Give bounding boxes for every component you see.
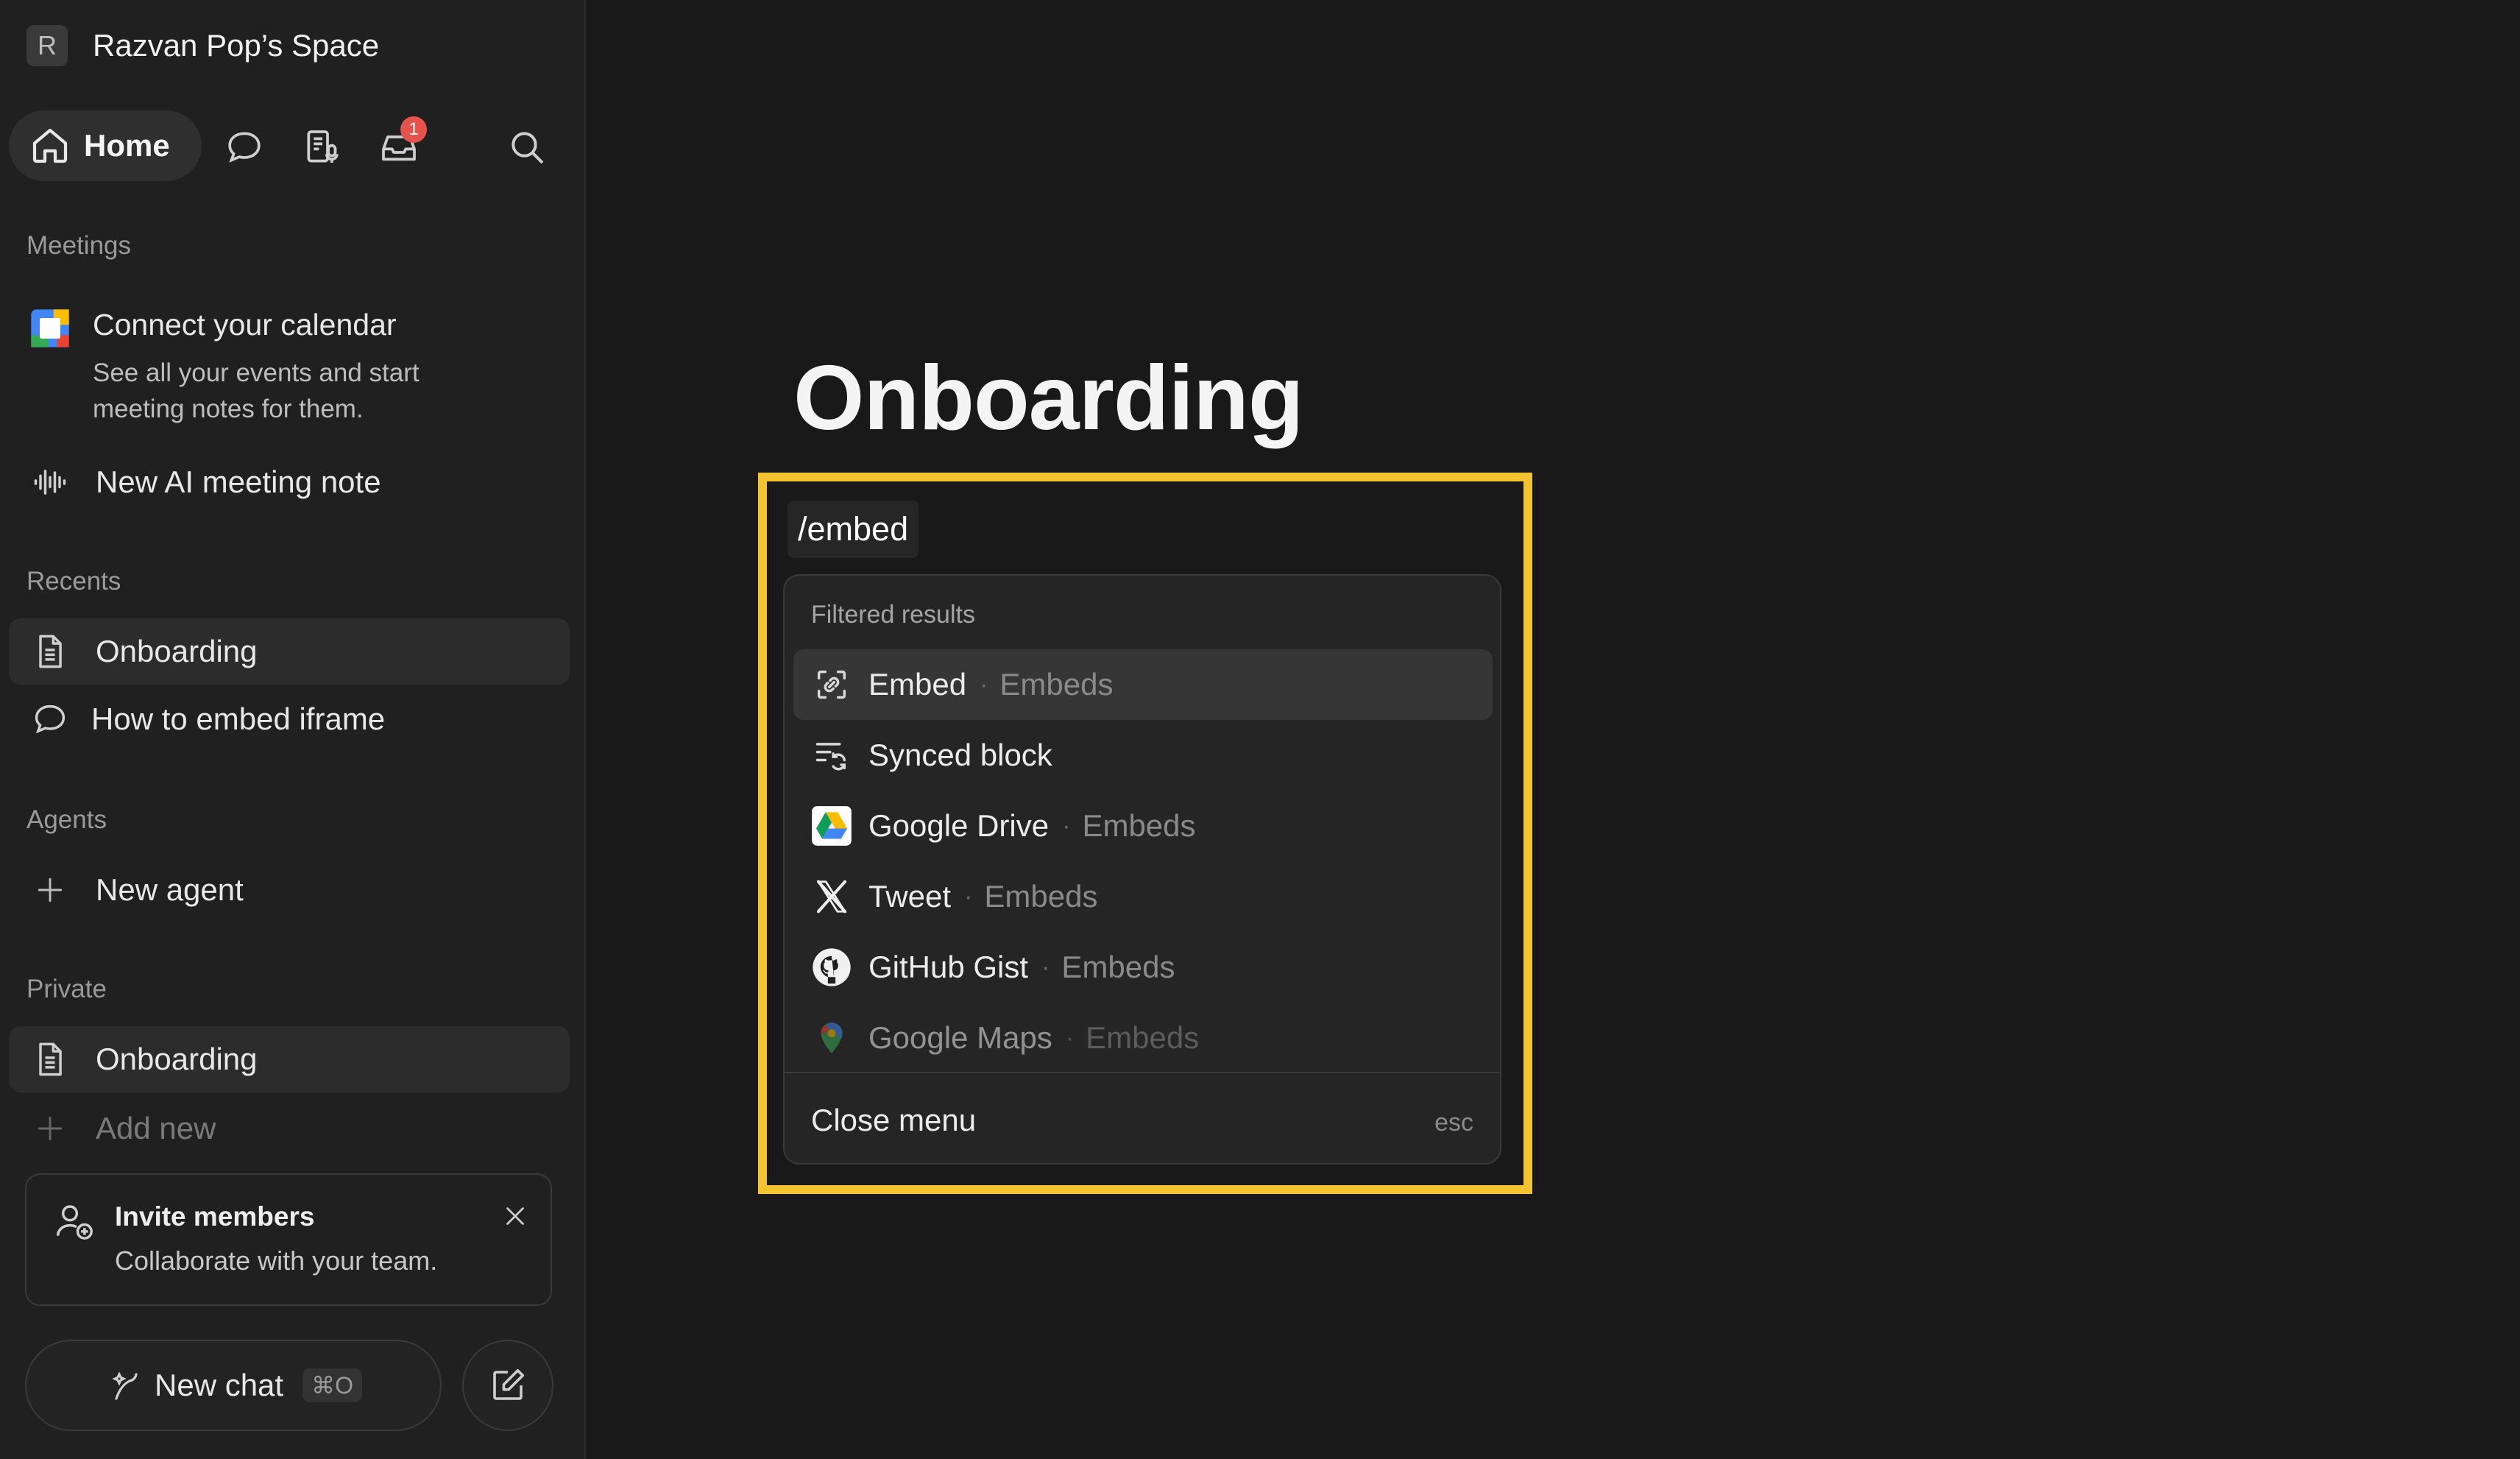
new-ai-meeting-note[interactable]: New AI meeting note [9, 449, 570, 515]
calendar-icon[interactable] [29, 308, 71, 349]
connect-calendar-desc: See all your events and start meeting no… [93, 358, 420, 423]
page-title[interactable]: Onboarding [793, 346, 1304, 451]
chat-bubble-icon[interactable] [222, 125, 266, 169]
menu-item-category: Embeds [984, 879, 1098, 914]
slash-command-menu: Filtered results Embed · Embeds Synced b… [783, 574, 1501, 1165]
menu-item-category: Embeds [1061, 950, 1175, 984]
workspace-switcher[interactable]: R Razvan Pop’s Space [26, 25, 379, 66]
menu-item-tweet[interactable]: Tweet · Embeds [793, 861, 1493, 932]
invite-title: Invite members [115, 1201, 315, 1232]
recents-section-label: Recents [26, 567, 121, 596]
new-agent-button[interactable]: New agent [9, 857, 570, 923]
agents-section-label: Agents [26, 805, 107, 834]
new-agent-label: New agent [96, 872, 244, 907]
home-icon [32, 128, 68, 163]
person-add-icon [56, 1205, 93, 1240]
synced-block-icon [815, 743, 846, 771]
top-nav: Home 1 [9, 110, 568, 184]
private-section-label: Private [26, 975, 107, 1003]
sparkle-chat-icon [112, 1371, 138, 1400]
plus-icon [38, 877, 63, 902]
sidebar: R Razvan Pop’s Space Home 1 Meetings Con… [0, 0, 586, 1459]
menu-item-label: Google Maps [868, 1020, 1052, 1055]
new-ai-meeting-note-label: New AI meeting note [96, 464, 381, 499]
menu-item-label: Google Drive [868, 808, 1050, 843]
page-icon [39, 635, 62, 668]
menu-item-separator: · [964, 882, 973, 911]
menu-item-google-drive[interactable]: Google Drive · Embeds [793, 791, 1493, 861]
menu-divider [785, 1072, 1500, 1073]
github-icon [813, 948, 851, 986]
menu-item-separator: · [1065, 1023, 1075, 1052]
menu-item-category: Embeds [999, 667, 1114, 702]
compose-icon [493, 1368, 525, 1400]
menu-item-separator: · [980, 670, 988, 699]
compose-button[interactable] [462, 1340, 553, 1431]
embed-link-icon [817, 670, 846, 699]
close-menu-shortcut: esc [1434, 1109, 1473, 1137]
main-editor: Onboarding /embed Filtered results Embed… [586, 0, 2520, 1459]
connect-calendar-title[interactable]: Connect your calendar [93, 308, 397, 342]
meetings-section-label: Meetings [26, 231, 132, 260]
invite-desc: Collaborate with your team. [115, 1246, 438, 1276]
add-new-button[interactable]: Add new [9, 1095, 570, 1162]
plus-icon [38, 1116, 63, 1141]
recent-item-how-to-embed-iframe[interactable]: How to embed iframe [9, 686, 570, 752]
add-new-label: Add new [96, 1111, 216, 1145]
close-icon[interactable] [502, 1203, 528, 1229]
waveform-icon [34, 470, 66, 495]
menu-item-embed[interactable]: Embed · Embeds [793, 649, 1493, 720]
home-button[interactable]: Home [9, 110, 202, 181]
workspace-avatar: R [26, 25, 68, 66]
menu-item-separator: · [1062, 811, 1071, 840]
private-item-label: Onboarding [96, 1042, 258, 1076]
new-chat-shortcut: ⌘O [302, 1368, 362, 1402]
recent-item-label: How to embed iframe [91, 702, 386, 736]
menu-item-label: GitHub Gist [868, 950, 1029, 984]
recent-item-onboarding[interactable]: Onboarding [9, 618, 570, 685]
search-icon[interactable] [505, 125, 549, 169]
menu-item-label: Tweet [868, 879, 952, 914]
menu-header: Filtered results [811, 601, 975, 629]
meeting-notes-icon[interactable] [300, 125, 344, 169]
menu-item-separator: · [1041, 953, 1050, 981]
menu-item-label: Synced block [868, 738, 1052, 772]
menu-item-synced-block[interactable]: Synced block [793, 720, 1493, 791]
menu-item-category: Embeds [1086, 1020, 1200, 1055]
google-maps-icon [821, 1022, 843, 1053]
invite-members-card[interactable]: Invite members Collaborate with your tea… [25, 1173, 552, 1306]
home-label: Home [84, 128, 170, 163]
menu-item-category: Embeds [1082, 808, 1196, 843]
recent-item-label: Onboarding [96, 634, 258, 668]
workspace-name: Razvan Pop’s Space [93, 28, 380, 63]
menu-item-google-maps[interactable]: Google Maps · Embeds [793, 1003, 1493, 1073]
menu-item-label: Embed [868, 667, 967, 702]
x-logo-icon [816, 880, 847, 914]
page-icon [39, 1042, 62, 1076]
new-chat-button[interactable]: New chat ⌘O [25, 1340, 442, 1431]
google-drive-icon [812, 806, 852, 846]
close-menu-button[interactable]: Close menu [811, 1103, 976, 1138]
new-chat-label: New chat [155, 1368, 284, 1402]
inbox-badge: 1 [400, 116, 427, 143]
slash-command-text[interactable]: /embed [788, 501, 919, 558]
menu-item-github-gist[interactable]: GitHub Gist · Embeds [793, 932, 1493, 1003]
private-item-onboarding[interactable]: Onboarding [9, 1026, 570, 1092]
chat-bubble-icon [35, 704, 66, 734]
